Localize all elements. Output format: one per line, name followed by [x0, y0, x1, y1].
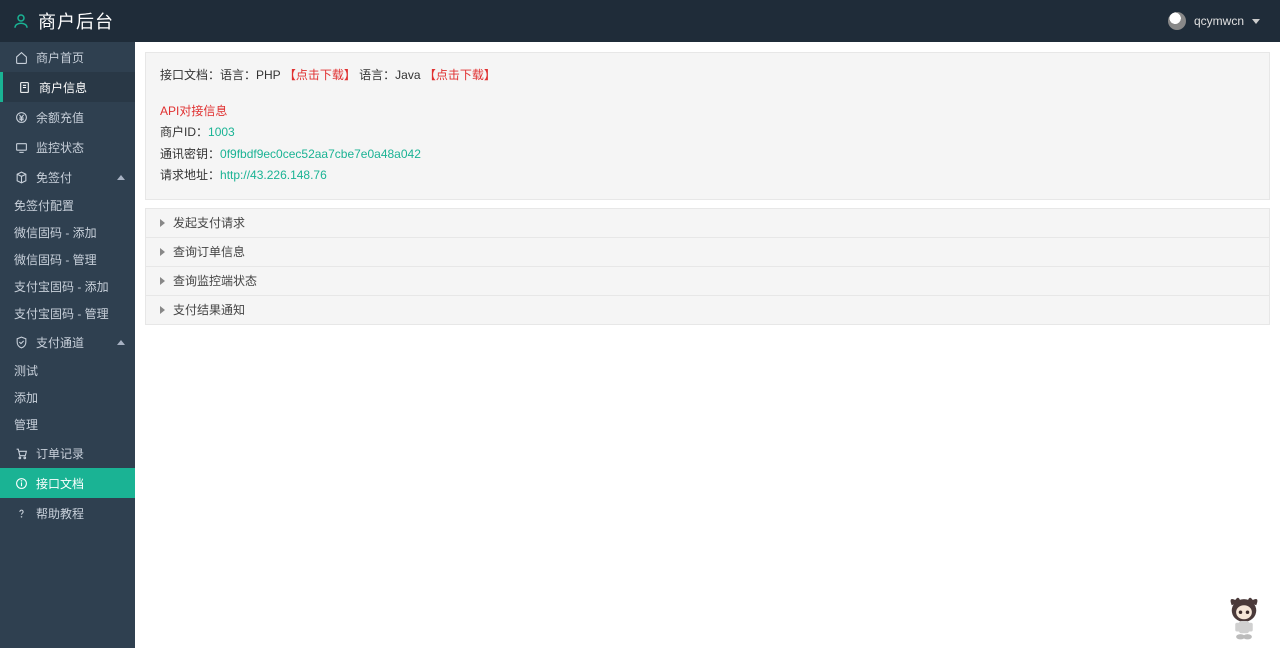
accordion-title: 支付结果通知	[173, 301, 245, 318]
merchant-id-row: 商户ID：1003	[160, 122, 1255, 144]
doc-download-line: 接口文档：语言：PHP 【点击下载】 语言：Java 【点击下载】	[160, 65, 1255, 87]
sidebar-item-label: 微信固码 - 添加	[14, 224, 97, 241]
download-php-link[interactable]: 【点击下载】	[284, 68, 356, 82]
sidebar-item-channel[interactable]: 支付通道	[0, 327, 135, 357]
sidebar-sub-ch-test[interactable]: 测试	[0, 357, 135, 384]
cart-icon	[14, 446, 28, 460]
sidebar-item-label: 商户首页	[36, 49, 84, 66]
cube-icon	[14, 170, 28, 184]
info-icon	[14, 476, 28, 490]
monitor-icon	[14, 140, 28, 154]
sidebar-item-label: 支付宝固码 - 管理	[14, 305, 109, 322]
document-icon	[17, 80, 31, 94]
sidebar-sub-wx-manage[interactable]: 微信固码 - 管理	[0, 246, 135, 273]
shield-check-icon	[14, 335, 28, 349]
sidebar-item-label: 监控状态	[36, 139, 84, 156]
sidebar-item-label: 添加	[14, 389, 38, 406]
sidebar-item-label: 免签付	[36, 169, 72, 186]
sidebar-item-label: 支付宝固码 - 添加	[14, 278, 109, 295]
api-info-panel: 接口文档：语言：PHP 【点击下载】 语言：Java 【点击下载】 API对接信…	[145, 52, 1270, 200]
sidebar-item-label: 接口文档	[36, 475, 84, 492]
sidebar-sub-ch-manage[interactable]: 管理	[0, 411, 135, 438]
question-icon	[14, 506, 28, 520]
sidebar-item-label: 帮助教程	[36, 505, 84, 522]
top-header: 商户后台 qcymwcn	[0, 0, 1280, 42]
sidebar-item-monitor[interactable]: 监控状态	[0, 132, 135, 162]
secret-value: 0f9fbdf9ec0cec52aa7cbe7e0a48a042	[220, 147, 421, 161]
chevron-up-icon	[117, 340, 125, 345]
sidebar-item-mianqian[interactable]: 免签付	[0, 162, 135, 192]
main-content: 接口文档：语言：PHP 【点击下载】 语言：Java 【点击下载】 API对接信…	[135, 42, 1280, 648]
accordion-header-query-order[interactable]: 查询订单信息	[146, 238, 1269, 266]
chevron-down-icon	[1252, 19, 1260, 24]
chevron-right-icon	[160, 219, 165, 227]
sidebar: 商户首页 商户信息 余额充值 监控状态 免签付 免签付配置 微信固码 - 添加 …	[0, 42, 135, 648]
accordion-item: 发起支付请求	[145, 208, 1270, 238]
accordion-title: 查询监控端状态	[173, 272, 257, 289]
url-label: 请求地址：	[160, 168, 220, 182]
sidebar-item-label: 测试	[14, 362, 38, 379]
sidebar-item-label: 管理	[14, 416, 38, 433]
accordion-item: 查询监控端状态	[145, 267, 1270, 296]
doc-mid: 语言：Java	[359, 68, 420, 82]
app-title: 商户后台	[38, 8, 114, 34]
chevron-right-icon	[160, 306, 165, 314]
avatar	[1168, 12, 1186, 30]
user-outline-icon	[12, 12, 30, 30]
api-info-title: API对接信息	[160, 101, 1255, 123]
sidebar-item-apidoc[interactable]: 接口文档	[0, 468, 135, 498]
sidebar-item-label: 商户信息	[39, 79, 87, 96]
accordion-title: 发起支付请求	[173, 214, 245, 231]
username: qcymwcn	[1194, 14, 1244, 28]
chevron-up-icon	[117, 175, 125, 180]
api-accordion: 发起支付请求 查询订单信息 查询监控端状态 支付结果通知	[145, 208, 1270, 325]
accordion-header-pay-request[interactable]: 发起支付请求	[146, 209, 1269, 237]
sidebar-item-help[interactable]: 帮助教程	[0, 498, 135, 528]
sidebar-item-orders[interactable]: 订单记录	[0, 438, 135, 468]
sidebar-sub-ali-manage[interactable]: 支付宝固码 - 管理	[0, 300, 135, 327]
download-java-link[interactable]: 【点击下载】	[424, 68, 496, 82]
sidebar-sub-ali-add[interactable]: 支付宝固码 - 添加	[0, 273, 135, 300]
yen-icon	[14, 110, 28, 124]
accordion-header-pay-result[interactable]: 支付结果通知	[146, 296, 1269, 324]
sidebar-item-label: 免签付配置	[14, 197, 74, 214]
merchant-id-label: 商户ID：	[160, 125, 208, 139]
secret-row: 通讯密钥：0f9fbdf9ec0cec52aa7cbe7e0a48a042	[160, 144, 1255, 166]
accordion-item: 支付结果通知	[145, 296, 1270, 325]
doc-prefix: 接口文档：语言：PHP	[160, 68, 280, 82]
sidebar-item-merchant-info[interactable]: 商户信息	[0, 72, 135, 102]
sidebar-item-label: 订单记录	[36, 445, 84, 462]
merchant-id-value: 1003	[208, 125, 235, 139]
mascot-character[interactable]	[1216, 586, 1272, 642]
chevron-right-icon	[160, 277, 165, 285]
sidebar-item-label: 支付通道	[36, 334, 84, 351]
chevron-right-icon	[160, 248, 165, 256]
sidebar-item-label: 微信固码 - 管理	[14, 251, 97, 268]
secret-label: 通讯密钥：	[160, 147, 220, 161]
header-brand: 商户后台	[12, 8, 114, 34]
user-menu[interactable]: qcymwcn	[1168, 12, 1260, 30]
request-url-row: 请求地址：http://43.226.148.76	[160, 165, 1255, 187]
sidebar-item-label: 余额充值	[36, 109, 84, 126]
home-icon	[14, 50, 28, 64]
sidebar-sub-ch-add[interactable]: 添加	[0, 384, 135, 411]
sidebar-item-recharge[interactable]: 余额充值	[0, 102, 135, 132]
sidebar-sub-wx-add[interactable]: 微信固码 - 添加	[0, 219, 135, 246]
sidebar-sub-mq-config[interactable]: 免签付配置	[0, 192, 135, 219]
accordion-item: 查询订单信息	[145, 238, 1270, 267]
sidebar-item-home[interactable]: 商户首页	[0, 42, 135, 72]
request-url-link[interactable]: http://43.226.148.76	[220, 168, 327, 182]
accordion-title: 查询订单信息	[173, 243, 245, 260]
accordion-header-query-monitor[interactable]: 查询监控端状态	[146, 267, 1269, 295]
